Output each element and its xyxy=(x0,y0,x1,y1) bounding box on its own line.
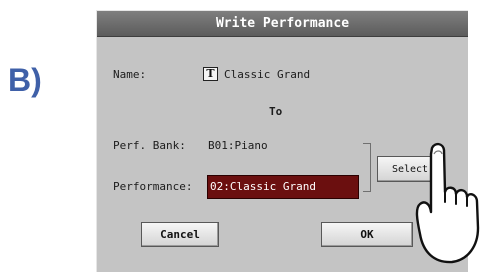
performance-field[interactable]: 02:Classic Grand xyxy=(207,175,359,199)
text-edit-icon[interactable]: T xyxy=(203,67,218,81)
section-label: B) xyxy=(8,62,42,98)
cancel-button[interactable]: Cancel xyxy=(141,222,219,247)
perf-bank-value[interactable]: B01:Piano xyxy=(208,139,268,152)
performance-label: Performance: xyxy=(113,180,193,193)
write-performance-dialog: Write Performance Name: T Classic Grand … xyxy=(96,10,468,272)
ok-button[interactable]: OK xyxy=(321,222,413,247)
name-value: Classic Grand xyxy=(224,68,311,81)
to-label: To xyxy=(269,105,283,118)
pointing-hand-icon xyxy=(415,142,480,264)
name-label: Name: xyxy=(113,68,147,81)
dialog-title: Write Performance xyxy=(97,11,468,37)
perf-bank-label: Perf. Bank: xyxy=(113,139,186,152)
select-bracket xyxy=(363,143,371,192)
